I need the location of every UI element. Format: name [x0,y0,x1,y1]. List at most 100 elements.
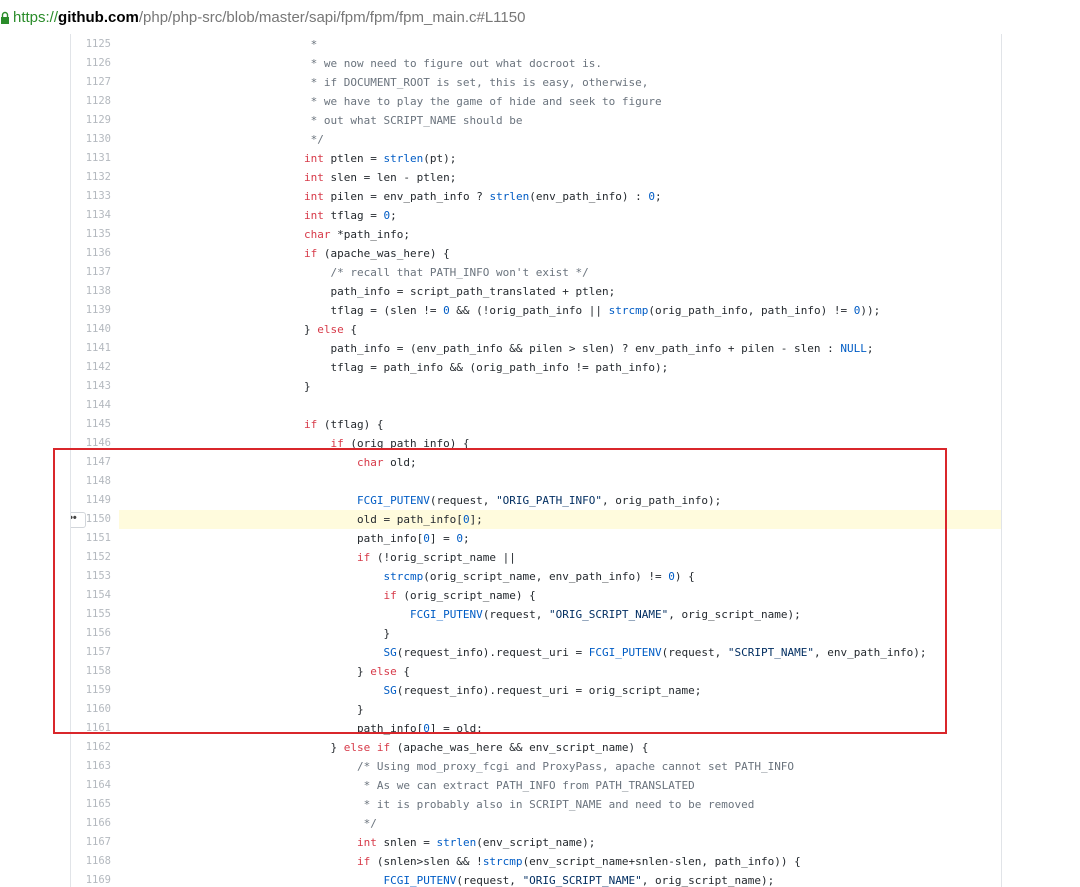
line-number[interactable]: 1166 [71,814,111,833]
code-line: 1135 char *path_info; [71,225,1001,244]
code-text: path_info = script_path_translated + ptl… [119,282,1001,301]
code-token: , orig_script_name); [668,608,801,621]
line-number[interactable]: 1141 [71,339,111,358]
code-token: strcmp [383,570,424,583]
line-number[interactable]: 1159 [71,681,111,700]
code-token: */ [224,133,324,146]
code-text: path_info[0] = old; [119,719,1001,738]
line-number[interactable]: 1151 [71,529,111,548]
code-line: 1140 } else { [71,320,1001,339]
line-number[interactable]: 1134 [71,206,111,225]
code-token: ; [866,342,874,355]
line-number[interactable]: 1148 [71,472,111,491]
line-number[interactable]: 1160 [71,700,111,719]
code-token: if [304,418,318,431]
code-text: FCGI_PUTENV(request, "ORIG_SCRIPT_NAME",… [119,605,1001,624]
line-number[interactable]: 1149 [71,491,111,510]
code-line: 1146 if (orig_path_info) { [71,434,1001,453]
line-number[interactable]: 1154 [71,586,111,605]
code-text: } [119,700,1001,719]
code-line: 1149 FCGI_PUTENV(request, "ORIG_PATH_INF… [71,491,1001,510]
code-token: 0 [423,722,430,735]
line-number[interactable]: 1168 [71,852,111,871]
code-text: if (apache_was_here) { [119,244,1001,263]
line-number[interactable]: 1146 [71,434,111,453]
line-number[interactable]: 1129 [71,111,111,130]
line-number[interactable]: 1130 [71,130,111,149]
line-number[interactable]: 1138 [71,282,111,301]
more-options-icon[interactable]: ••• [71,512,86,528]
line-number[interactable]: 1142 [71,358,111,377]
line-number[interactable]: 1140 [71,320,111,339]
line-number[interactable]: 1164 [71,776,111,795]
code-line: 1134 int tflag = 0; [71,206,1001,225]
code-text: path_info = (env_path_info && pilen > sl… [119,339,1001,358]
line-number[interactable]: 1162 [71,738,111,757]
code-token: } [224,665,371,678]
line-number[interactable]: 1132 [71,168,111,187]
code-token: SG [383,646,397,659]
code-token: tflag = (slen != [224,304,444,317]
code-token: char [356,456,384,469]
line-number[interactable]: 1153 [71,567,111,586]
code-text: SG(request_info).request_uri = orig_scri… [119,681,1001,700]
line-number[interactable]: 1147 [71,453,111,472]
code-token: else if [343,741,391,754]
code-token: (env_path_info) : [529,190,649,203]
code-token: if [356,855,371,868]
code-line: 1167 int snlen = strlen(env_script_name)… [71,833,1001,852]
line-number[interactable]: 1125 [71,35,111,54]
line-number[interactable]: 1144 [71,396,111,415]
code-token: * [224,38,318,51]
code-line: 1154 if (orig_script_name) { [71,586,1001,605]
line-number[interactable]: 1133 [71,187,111,206]
code-line: 1148 [71,472,1001,491]
code-text: */ [119,814,1001,833]
code-token: "SCRIPT_NAME" [727,646,814,659]
code-token: strlen [383,152,424,165]
code-token: tflag = [323,209,384,222]
code-token: "ORIG_PATH_INFO" [496,494,603,507]
code-text: SG(request_info).request_uri = FCGI_PUTE… [119,643,1001,662]
code-token: * we now need to figure out what docroot… [224,57,603,70]
line-number[interactable]: 1163 [71,757,111,776]
code-token: /* Using mod_proxy_fcgi and ProxyPass, a… [224,760,795,773]
line-number[interactable]: 1167 [71,833,111,852]
code-line: 1152 if (!orig_script_name || [71,548,1001,567]
address-bar[interactable]: https://github.com/php/php-src/blob/mast… [0,0,1080,34]
code-token: { [396,665,410,678]
code-token: *path_info; [330,228,410,241]
line-number[interactable]: 1139 [71,301,111,320]
line-number[interactable]: 1156 [71,624,111,643]
line-number[interactable]: 1145 [71,415,111,434]
code-token: FCGI_PUTENV [588,646,662,659]
line-number[interactable]: 1169 [71,871,111,887]
line-number[interactable]: 1165 [71,795,111,814]
line-number[interactable]: 1136 [71,244,111,263]
line-number[interactable]: 1161 [71,719,111,738]
line-number[interactable]: 1157 [71,643,111,662]
line-number[interactable]: 1127 [71,73,111,92]
line-number[interactable]: 1158 [71,662,111,681]
line-number[interactable]: 1128 [71,92,111,111]
code-token: (request, [456,874,523,887]
line-number[interactable]: 1143 [71,377,111,396]
code-token: (request, [482,608,550,621]
code-line: 1145 if (tflag) { [71,415,1001,434]
code-token: snlen = [376,836,437,849]
line-number[interactable]: 1135 [71,225,111,244]
code-token: (env_script_name); [476,836,596,849]
code-token: 0 [423,532,430,545]
line-number[interactable]: 1155 [71,605,111,624]
line-number[interactable]: 1126 [71,54,111,73]
code-token: else [370,665,397,678]
line-number[interactable]: 1152 [71,548,111,567]
line-number[interactable]: 1131 [71,149,111,168]
code-line: 1158 } else { [71,662,1001,681]
code-token: , env_path_info); [813,646,927,659]
code-line: 1168 if (snlen>slen && !strcmp(env_scrip… [71,852,1001,871]
line-number[interactable]: 1137 [71,263,111,282]
